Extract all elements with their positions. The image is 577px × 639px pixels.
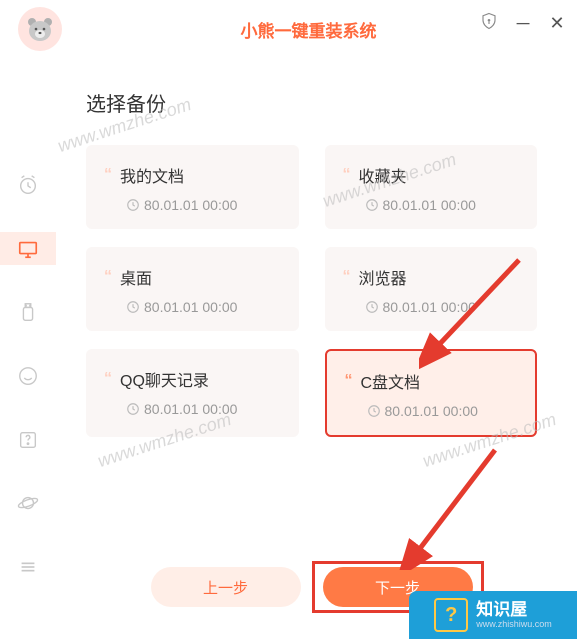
main-area: 选择备份 “ 我的文档 80.01.01 00:00 “ 收藏夹 80.01.01 00:…: [0, 58, 577, 639]
clock-icon: [126, 198, 140, 212]
backup-card[interactable]: “ C盘文档 80.01.01 00:00: [325, 349, 538, 437]
card-title-row: “ 浏览器: [343, 265, 520, 289]
quote-icon: “: [343, 268, 351, 286]
card-time-row: 80.01.01 00:00: [126, 299, 281, 315]
window-controls: ─ ✕: [479, 12, 567, 35]
backup-card[interactable]: “ 桌面 80.01.01 00:00: [86, 247, 299, 331]
backup-card[interactable]: “ 浏览器 80.01.01 00:00: [325, 247, 538, 331]
card-time-row: 80.01.01 00:00: [365, 299, 520, 315]
backup-grid: “ 我的文档 80.01.01 00:00 “ 收藏夹 80.01.01 00:00 “ 桌面…: [86, 145, 537, 437]
clock-icon: [126, 300, 140, 314]
card-title: QQ聊天记录: [120, 367, 209, 391]
card-time: 80.01.01 00:00: [144, 197, 237, 213]
card-time-row: 80.01.01 00:00: [126, 197, 281, 213]
minimize-button[interactable]: ─: [513, 13, 533, 34]
bear-icon: [26, 16, 54, 42]
clock-icon: [365, 300, 379, 314]
sidebar-item-help[interactable]: [0, 423, 56, 457]
clock-icon: [126, 402, 140, 416]
page-title: 选择备份: [86, 88, 537, 117]
sidebar-item-usb[interactable]: [0, 295, 56, 329]
close-button[interactable]: ✕: [547, 13, 567, 34]
clock-icon: [367, 404, 381, 418]
backup-card[interactable]: “ 我的文档 80.01.01 00:00: [86, 145, 299, 229]
backup-card[interactable]: “ 收藏夹 80.01.01 00:00: [325, 145, 538, 229]
footer-brand: ? 知识屋 www.zhishiwu.com: [409, 591, 577, 639]
quote-icon: “: [345, 372, 353, 390]
card-title: 收藏夹: [359, 163, 407, 187]
card-title: C盘文档: [361, 369, 421, 393]
quote-icon: “: [343, 166, 351, 184]
card-time: 80.01.01 00:00: [144, 299, 237, 315]
footer-logo-icon: ?: [434, 598, 468, 632]
card-title: 浏览器: [359, 265, 407, 289]
clock-icon: [365, 198, 379, 212]
card-title-row: “ C盘文档: [345, 369, 518, 393]
footer-brand-en: www.zhishiwu.com: [476, 620, 552, 629]
card-time-row: 80.01.01 00:00: [367, 403, 518, 419]
card-title-row: “ QQ聊天记录: [104, 367, 281, 391]
card-time: 80.01.01 00:00: [385, 403, 478, 419]
sidebar-item-planet[interactable]: [0, 487, 56, 521]
app-title: 小熊一键重装系统: [241, 17, 377, 42]
sidebar-item-chat[interactable]: [0, 359, 56, 393]
sidebar-item-menu[interactable]: [0, 550, 56, 584]
footer-brand-cn: 知识屋: [476, 601, 552, 618]
card-title-row: “ 我的文档: [104, 163, 281, 187]
content: 选择备份 “ 我的文档 80.01.01 00:00 “ 收藏夹 80.01.01 00:…: [56, 58, 577, 639]
titlebar: 小熊一键重装系统 ─ ✕: [0, 0, 577, 58]
quote-icon: “: [104, 166, 112, 184]
card-time-row: 80.01.01 00:00: [126, 401, 281, 417]
card-title: 我的文档: [120, 163, 184, 187]
card-time-row: 80.01.01 00:00: [365, 197, 520, 213]
card-title: 桌面: [120, 265, 152, 289]
sidebar: [0, 58, 56, 639]
sidebar-item-clock[interactable]: [0, 168, 56, 202]
sidebar-item-monitor[interactable]: [0, 232, 56, 266]
prev-button[interactable]: 上一步: [151, 567, 301, 607]
quote-icon: “: [104, 268, 112, 286]
card-title-row: “ 收藏夹: [343, 163, 520, 187]
card-title-row: “ 桌面: [104, 265, 281, 289]
backup-card[interactable]: “ QQ聊天记录 80.01.01 00:00: [86, 349, 299, 437]
quote-icon: “: [104, 370, 112, 388]
app-logo: [18, 7, 62, 51]
card-time: 80.01.01 00:00: [144, 401, 237, 417]
card-time: 80.01.01 00:00: [383, 197, 476, 213]
shield-icon[interactable]: [479, 12, 499, 35]
card-time: 80.01.01 00:00: [383, 299, 476, 315]
